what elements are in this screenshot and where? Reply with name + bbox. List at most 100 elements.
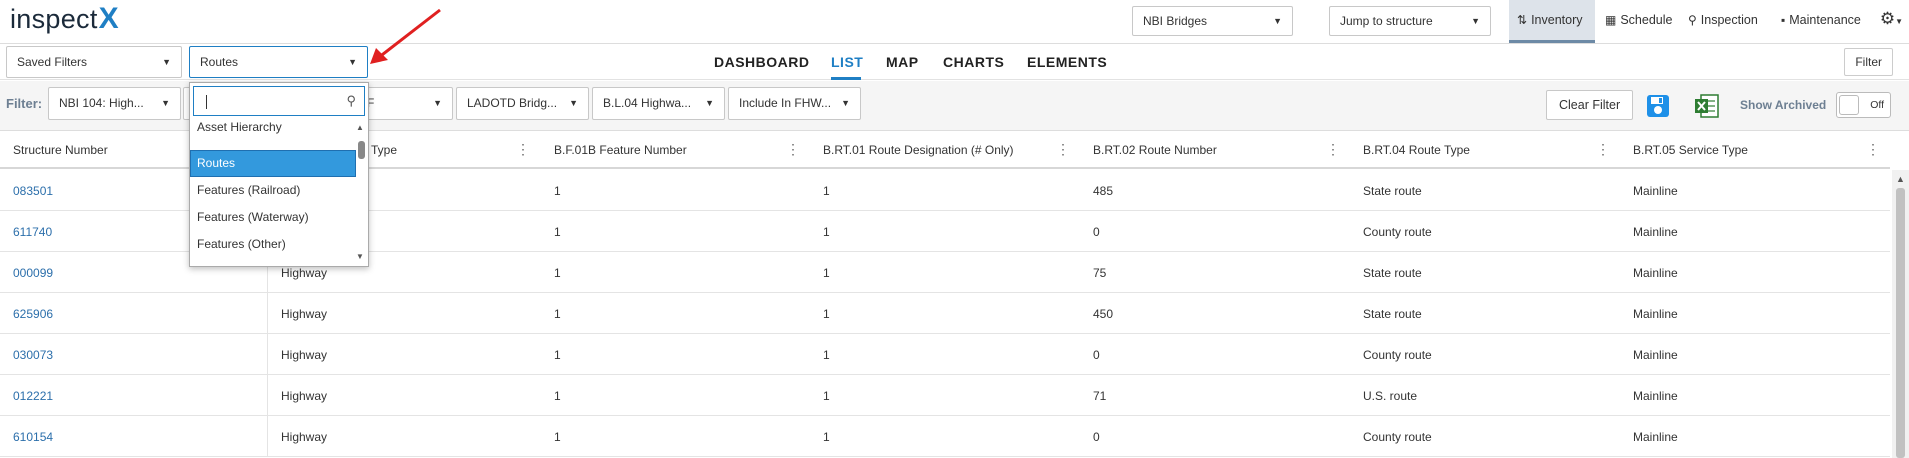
column-header[interactable]: B.RT.04 Route Type — [1363, 143, 1470, 157]
view-select[interactable]: Routes ▼ — [189, 46, 368, 78]
dropdown-scrollbar[interactable]: ▲ ▼ — [356, 123, 366, 263]
column-header[interactable]: Type — [371, 143, 397, 157]
column-menu-icon[interactable]: ⋮ — [1326, 141, 1340, 158]
tab-map[interactable]: MAP — [886, 54, 919, 70]
search-icon: ⚲ — [1688, 13, 1697, 27]
route-number-cell: 450 — [1093, 307, 1114, 321]
structure-number-link[interactable]: 000099 — [13, 266, 53, 280]
table-row[interactable]: 610154 Highway 1 1 0 County route Mainli… — [0, 416, 1890, 457]
route-designation-cell: 1 — [823, 266, 830, 280]
jump-to-structure-select[interactable]: Jump to structure ▼ — [1329, 6, 1491, 36]
scroll-up-icon[interactable]: ▲ — [1896, 174, 1905, 184]
route-designation-cell: 1 — [823, 184, 830, 198]
cell-divider — [267, 375, 268, 416]
column-menu-icon[interactable]: ⋮ — [516, 141, 530, 158]
saved-filters-select[interactable]: Saved Filters ▼ — [6, 46, 182, 78]
tab-maintenance[interactable]: ▪ Maintenance — [1773, 0, 1869, 43]
search-icon: ⚲ — [346, 93, 356, 108]
toolbox-icon: ▪ — [1781, 13, 1786, 27]
app-logo[interactable]: inspectX — [10, 2, 119, 36]
tab-schedule[interactable]: ▦ Schedule — [1597, 0, 1680, 43]
type-cell: Highway — [281, 348, 328, 362]
column-menu-icon[interactable]: ⋮ — [786, 141, 800, 158]
feature-number-cell: 1 — [554, 266, 561, 280]
toggle-state: Off — [1870, 99, 1884, 111]
route-type-cell: U.S. route — [1363, 389, 1418, 403]
table-row[interactable]: 625906 Highway 1 1 450 State route Mainl… — [0, 293, 1890, 334]
scroll-up-icon[interactable]: ▲ — [356, 123, 364, 132]
scroll-down-icon[interactable]: ▼ — [356, 252, 364, 261]
route-number-cell: 71 — [1093, 389, 1107, 403]
text-cursor — [206, 95, 207, 109]
tab-inventory[interactable]: ⇅ Inventory — [1509, 0, 1595, 43]
view-select-dropdown: ⚲ Asset Hierarchy Routes Features (Railr… — [189, 82, 369, 267]
structure-number-link[interactable]: 625906 — [13, 307, 53, 321]
gear-icon[interactable]: ⚙▼ — [1880, 9, 1903, 29]
filter-chip[interactable]: NBI 104: High... ▼ — [48, 87, 181, 120]
filter-chip[interactable]: LADOTD Bridg... ▼ — [456, 87, 589, 120]
route-type-cell: County route — [1363, 348, 1432, 362]
dropdown-option[interactable]: Features (Railroad) — [191, 178, 355, 203]
sort-icon: ⇅ — [1517, 13, 1528, 27]
column-header[interactable]: B.RT.02 Route Number — [1093, 143, 1217, 157]
tab-inspection[interactable]: ⚲ Inspection — [1680, 0, 1766, 43]
dropdown-option-selected[interactable]: Routes — [190, 150, 356, 177]
route-designation-cell: 1 — [823, 389, 830, 403]
tab-list[interactable]: LIST — [831, 54, 863, 70]
calendar-icon: ▦ — [1605, 13, 1617, 27]
service-type-cell: Mainline — [1633, 348, 1678, 362]
route-type-cell: State route — [1363, 266, 1422, 280]
chevron-down-icon: ▼ — [348, 57, 357, 67]
column-header[interactable]: Structure Number — [13, 143, 108, 157]
toggle-knob — [1839, 95, 1859, 115]
table-row[interactable]: 012221 Highway 1 1 71 U.S. route Mainlin… — [0, 375, 1890, 416]
feature-number-cell: 1 — [554, 225, 561, 239]
tab-elements[interactable]: ELEMENTS — [1027, 54, 1107, 70]
column-header[interactable]: B.RT.01 Route Designation (# Only) — [823, 143, 1014, 157]
clear-filter-button[interactable]: Clear Filter — [1546, 90, 1634, 120]
filter-chip[interactable]: B.L.04 Highwa... ▼ — [592, 87, 725, 120]
scrollbar-thumb[interactable] — [358, 141, 365, 159]
table-row[interactable]: 030073 Highway 1 1 0 County route Mainli… — [0, 334, 1890, 375]
filter-label: Filter: — [6, 96, 43, 111]
feature-number-cell: 1 — [554, 430, 561, 444]
column-menu-icon[interactable]: ⋮ — [1596, 141, 1610, 158]
structure-number-link[interactable]: 611740 — [13, 225, 52, 239]
route-designation-cell: 1 — [823, 307, 830, 321]
excel-export-icon[interactable] — [1693, 92, 1721, 120]
table-scrollbar[interactable]: ▲ — [1892, 170, 1909, 458]
dropdown-search-input[interactable]: ⚲ — [193, 86, 365, 116]
column-menu-icon[interactable]: ⋮ — [1056, 141, 1070, 158]
type-cell: Highway — [281, 389, 328, 403]
structure-number-link[interactable]: 610154 — [13, 430, 53, 444]
top-bar: inspectX NBI Bridges ▼ Jump to structure ▼… — [0, 0, 1909, 44]
tab-charts[interactable]: CHARTS — [943, 54, 1004, 70]
route-designation-cell: 1 — [823, 225, 830, 239]
type-cell: Highway — [281, 266, 328, 280]
column-header[interactable]: B.RT.05 Service Type — [1633, 143, 1748, 157]
structure-number-link[interactable]: 083501 — [13, 184, 53, 198]
chevron-down-icon: ▼ — [705, 98, 714, 108]
route-number-cell: 0 — [1093, 348, 1100, 362]
route-type-cell: State route — [1363, 307, 1422, 321]
tab-dashboard[interactable]: DASHBOARD — [714, 54, 810, 70]
scrollbar-thumb[interactable] — [1896, 188, 1905, 458]
feature-number-cell: 1 — [554, 184, 561, 198]
column-menu-icon[interactable]: ⋮ — [1866, 141, 1880, 158]
route-designation-cell: 1 — [823, 430, 830, 444]
dropdown-option[interactable]: Features (Waterway) — [191, 205, 355, 230]
dropdown-option[interactable]: Features (Other) — [191, 232, 355, 257]
feature-number-cell: 1 — [554, 348, 561, 362]
filter-chip[interactable]: Include In FHW... ▼ — [728, 87, 861, 120]
save-icon[interactable] — [1646, 94, 1670, 118]
chevron-down-icon: ▼ — [433, 98, 442, 108]
column-header[interactable]: B.F.01B Feature Number — [554, 143, 687, 157]
asset-type-select[interactable]: NBI Bridges ▼ — [1132, 6, 1293, 36]
structure-number-link[interactable]: 030073 — [13, 348, 53, 362]
service-type-cell: Mainline — [1633, 307, 1678, 321]
cell-divider — [267, 334, 268, 375]
structure-number-link[interactable]: 012221 — [13, 389, 53, 403]
filter-button[interactable]: Filter — [1844, 48, 1893, 76]
dropdown-option[interactable]: Asset Hierarchy — [191, 117, 355, 137]
show-archived-toggle[interactable]: Off — [1836, 92, 1891, 118]
